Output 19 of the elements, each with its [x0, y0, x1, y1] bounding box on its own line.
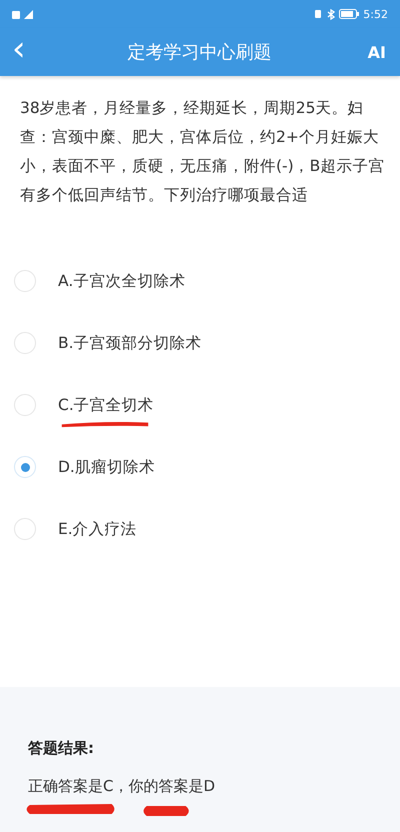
radio-button[interactable]: [14, 456, 36, 478]
radio-button[interactable]: [14, 270, 36, 292]
vibrate-icon: [313, 9, 324, 19]
option-label[interactable]: D.肌瘤切除术: [58, 456, 155, 478]
clock-time: 5:52: [363, 8, 388, 20]
option-label[interactable]: B.子宫颈部分切除术: [58, 332, 202, 354]
page-title: 定考学习中心刷题: [126, 41, 273, 64]
radio-button[interactable]: [14, 518, 36, 540]
option-label[interactable]: A.子宫次全切除术: [58, 270, 186, 292]
signal-icon: [12, 8, 34, 20]
radio-button[interactable]: [14, 394, 36, 416]
result-text: 正确答案是C，你的答案是D: [28, 777, 216, 796]
bluetooth-icon: [327, 8, 336, 20]
option-label[interactable]: E.介入疗法: [58, 518, 137, 540]
result-heading: 答题结果:: [28, 739, 95, 758]
question-text: 38岁患者，月经量多，经期延长，周期25天。妇查：宫颈中糜、肥大，宫体后位，约2+个月妊娠大小，表面不平，质硬，无压痛，附件(-)，B超示子宫有多个低回声结节。下列治疗哪项最合适: [20, 98, 386, 206]
battery-icon: [339, 9, 360, 19]
option-label[interactable]: C.子宫全切术: [58, 394, 154, 416]
radio-button[interactable]: [14, 332, 36, 354]
